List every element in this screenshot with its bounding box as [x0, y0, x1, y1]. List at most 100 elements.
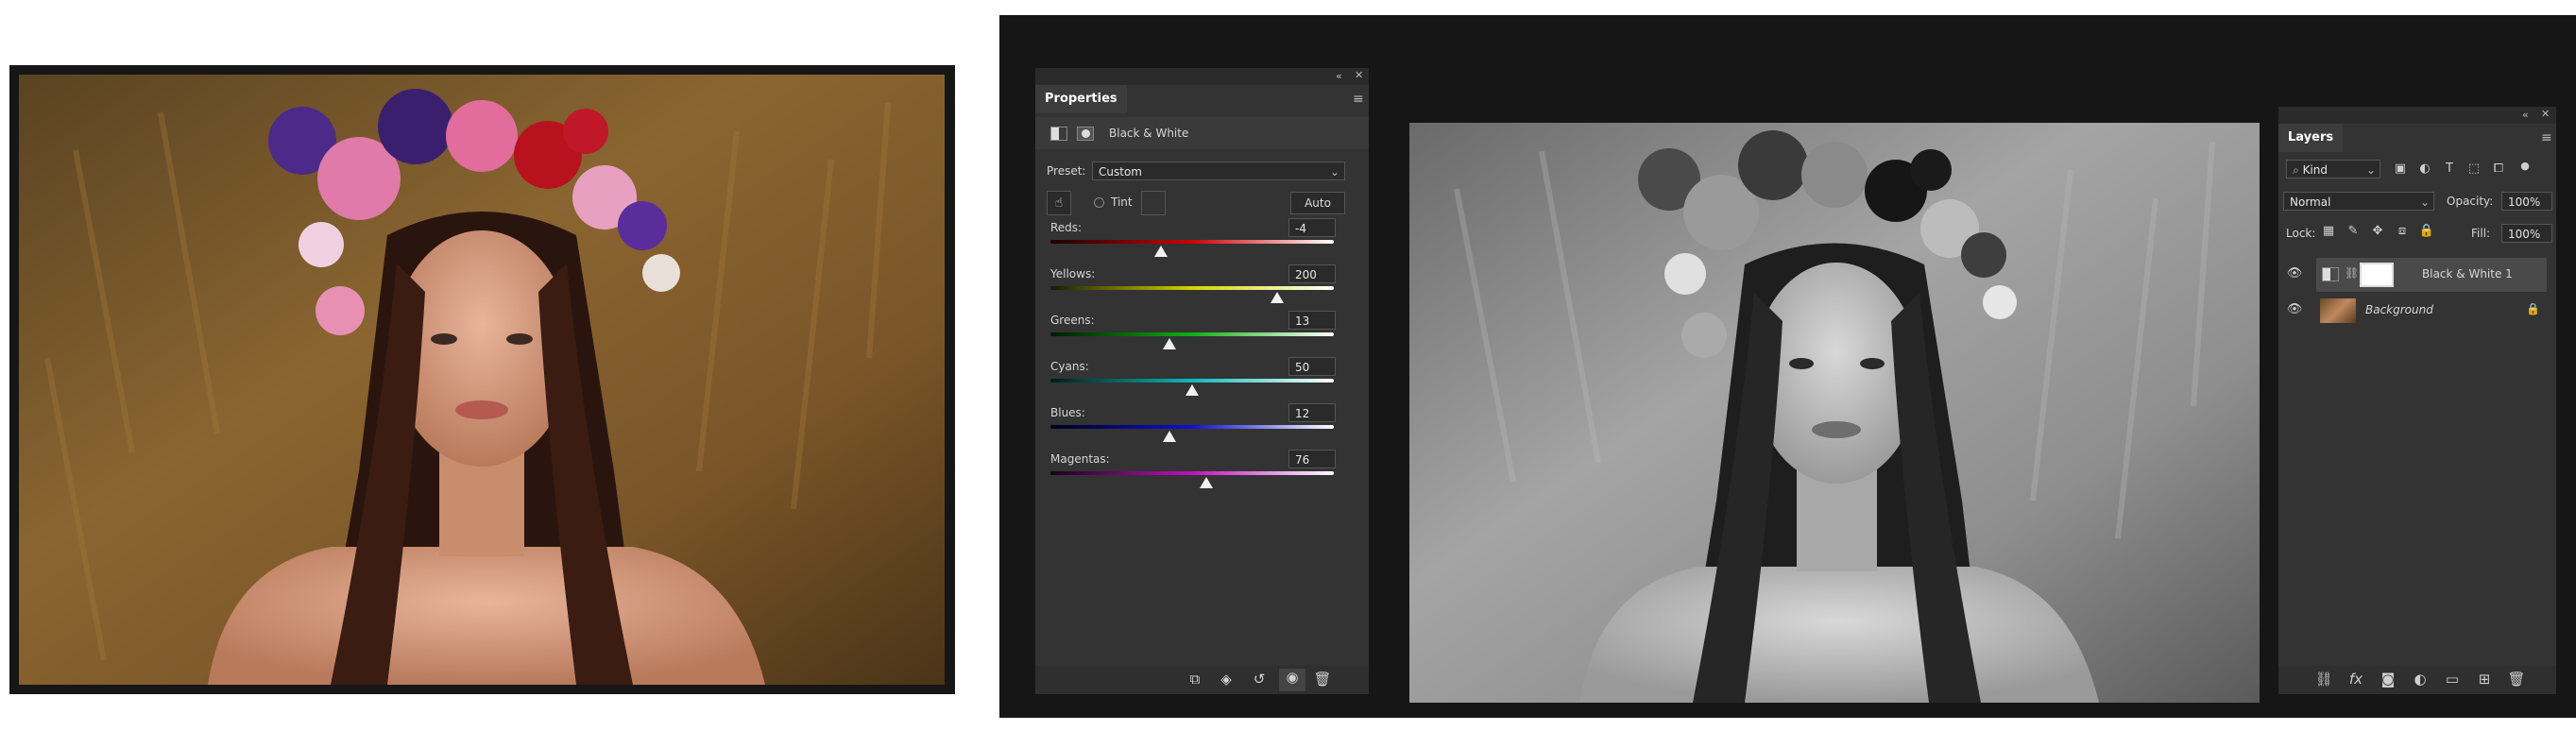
slider-track[interactable] — [1050, 425, 1334, 429]
view-previous-state-icon[interactable]: ◈ — [1215, 671, 1237, 688]
filter-adjustment-icon[interactable]: ◐ — [2416, 162, 2433, 176]
filter-toggle-icon[interactable]: ● — [2516, 160, 2533, 172]
slider-track[interactable] — [1050, 471, 1334, 475]
filter-pixel-icon[interactable]: ▣ — [2392, 162, 2409, 176]
visibility-eye-icon[interactable]: 👁 — [2286, 266, 2303, 280]
slider-thumb[interactable] — [1186, 384, 1199, 396]
targeted-adjustment-tool-button[interactable]: ☝ — [1047, 191, 1071, 215]
slider-label: Greens: — [1050, 314, 1095, 327]
panel-menu-icon[interactable]: ≡ — [2541, 130, 2552, 145]
slider-value-field[interactable]: 12 — [1288, 403, 1336, 422]
slider-value: 200 — [1295, 268, 1317, 281]
slider-thumb[interactable] — [1163, 338, 1176, 349]
slider-value: -4 — [1295, 222, 1306, 235]
tab-layers[interactable]: Layers — [2278, 124, 2344, 152]
filter-type-icon[interactable]: T — [2441, 162, 2458, 176]
close-icon[interactable]: ✕ — [2541, 108, 2550, 120]
properties-panel-topbar: « ✕ — [1035, 68, 1369, 85]
add-mask-icon[interactable]: ◙ — [2377, 671, 2399, 688]
slider-value-field[interactable]: 76 — [1288, 450, 1336, 468]
layer-thumbnail — [2320, 298, 2356, 323]
filter-value: Kind — [2302, 163, 2328, 177]
slider-track[interactable] — [1050, 240, 1334, 244]
opacity-label: Opacity: — [2447, 195, 2494, 208]
visibility-eye-icon[interactable]: ◉ — [1279, 669, 1305, 691]
blend-mode-dropdown[interactable]: Normal ⌄ — [2283, 192, 2434, 211]
layer-name[interactable]: Black & White 1 — [2422, 267, 2513, 280]
opacity-value: 100% — [2508, 196, 2541, 209]
slider-thumb[interactable] — [1200, 477, 1213, 488]
layer-row[interactable]: Background 🔒 — [2316, 294, 2547, 328]
link-icon[interactable]: ⛓ — [2345, 266, 2359, 280]
new-layer-icon[interactable]: ⊞ — [2473, 671, 2496, 688]
layer-name[interactable]: Background — [2365, 303, 2433, 316]
slider-label: Cyans: — [1050, 360, 1089, 373]
clip-to-layer-icon[interactable]: ⧉ — [1184, 671, 1206, 688]
fill-value: 100% — [2508, 228, 2541, 241]
layers-bottom-bar: ⛓ fx ◙ ◐ ▭ ⊞ 🗑 — [2278, 666, 2556, 694]
tint-checkbox[interactable] — [1094, 197, 1104, 208]
lock-artboard-icon[interactable]: ⧈ — [2394, 224, 2411, 238]
fill-label: Fill: — [2471, 227, 2491, 240]
slider-value-field[interactable]: 13 — [1288, 311, 1336, 330]
preset-label: Preset: — [1047, 164, 1086, 178]
lock-position-icon[interactable]: ✥ — [2369, 224, 2386, 238]
adjustment-icon[interactable] — [1050, 127, 1067, 141]
new-adjustment-layer-icon[interactable]: ◐ — [2409, 671, 2431, 688]
layer-filter-dropdown[interactable]: ⌕ Kind ⌄ — [2286, 160, 2380, 178]
fill-field[interactable]: 100% — [2501, 224, 2552, 243]
trash-icon[interactable]: 🗑 — [1311, 671, 1334, 688]
properties-bottom-bar: ⧉ ◈ ↺ ◉ 🗑 — [1035, 666, 1369, 694]
lock-all-icon[interactable]: 🔒 — [2418, 224, 2435, 238]
lock-label: Lock: — [2286, 227, 2316, 240]
panel-menu-icon[interactable]: ≡ — [1353, 92, 1364, 107]
slider-thumb[interactable] — [1154, 246, 1168, 257]
lock-image-pixels-icon[interactable]: ✎ — [2345, 224, 2362, 238]
chevron-down-icon: ⌄ — [2365, 163, 2376, 177]
add-layer-style-icon[interactable]: fx — [2345, 671, 2367, 688]
slider-label: Magentas: — [1050, 452, 1110, 466]
mask-icon[interactable] — [1077, 127, 1094, 141]
slider-value-field[interactable]: -4 — [1288, 218, 1336, 237]
original-color-photo — [9, 65, 955, 694]
link-layers-icon[interactable]: ⛓ — [2312, 671, 2335, 688]
filter-smart-object-icon[interactable]: ⧠ — [2490, 162, 2507, 176]
lock-transparent-pixels-icon[interactable]: ▦ — [2320, 224, 2337, 238]
slider-label: Yellows: — [1050, 267, 1096, 280]
slider-thumb[interactable] — [1163, 431, 1176, 442]
layer-row[interactable]: ⛓ Black & White 1 — [2316, 258, 2547, 292]
canvas-document[interactable] — [1409, 123, 2260, 703]
color-portrait-image — [19, 75, 945, 685]
reset-icon[interactable]: ↺ — [1248, 671, 1271, 688]
properties-panel: « ✕ Properties ≡ Black & White Preset: C… — [1035, 68, 1369, 694]
slider-label: Reds: — [1050, 221, 1083, 234]
slider-track[interactable] — [1050, 379, 1334, 382]
preset-dropdown[interactable]: Custom ⌄ — [1092, 162, 1345, 180]
tab-properties[interactable]: Properties — [1035, 85, 1127, 113]
slider-value: 50 — [1295, 361, 1310, 374]
close-icon[interactable]: ✕ — [1355, 69, 1363, 81]
filter-shape-icon[interactable]: ⬚ — [2465, 162, 2482, 176]
slider-track[interactable] — [1050, 332, 1334, 336]
slider-value-field[interactable]: 200 — [1288, 264, 1336, 283]
slider-value-field[interactable]: 50 — [1288, 357, 1336, 376]
collapse-icon[interactable]: « — [2522, 109, 2529, 121]
blend-mode-value: Normal — [2290, 196, 2331, 209]
layers-panel-topbar: « ✕ — [2278, 107, 2556, 124]
chevron-down-icon: ⌄ — [1329, 165, 1339, 178]
grayscale-portrait-image — [1409, 123, 2260, 703]
trash-icon[interactable]: 🗑 — [2505, 671, 2528, 688]
layer-mask-thumbnail[interactable] — [2360, 263, 2394, 287]
adjustment-name: Black & White — [1109, 127, 1189, 140]
visibility-eye-icon[interactable]: 👁 — [2286, 302, 2303, 316]
new-group-icon[interactable]: ▭ — [2441, 671, 2464, 688]
slider-track[interactable] — [1050, 286, 1334, 290]
preset-value: Custom — [1099, 165, 1142, 178]
adjustment-header: Black & White — [1035, 117, 1369, 149]
collapse-icon[interactable]: « — [1336, 70, 1342, 82]
slider-thumb[interactable] — [1271, 292, 1284, 303]
adjustment-layer-icon — [2322, 267, 2339, 281]
auto-button[interactable]: Auto — [1290, 192, 1345, 214]
tint-color-swatch[interactable] — [1141, 191, 1166, 215]
opacity-field[interactable]: 100% — [2501, 192, 2552, 211]
